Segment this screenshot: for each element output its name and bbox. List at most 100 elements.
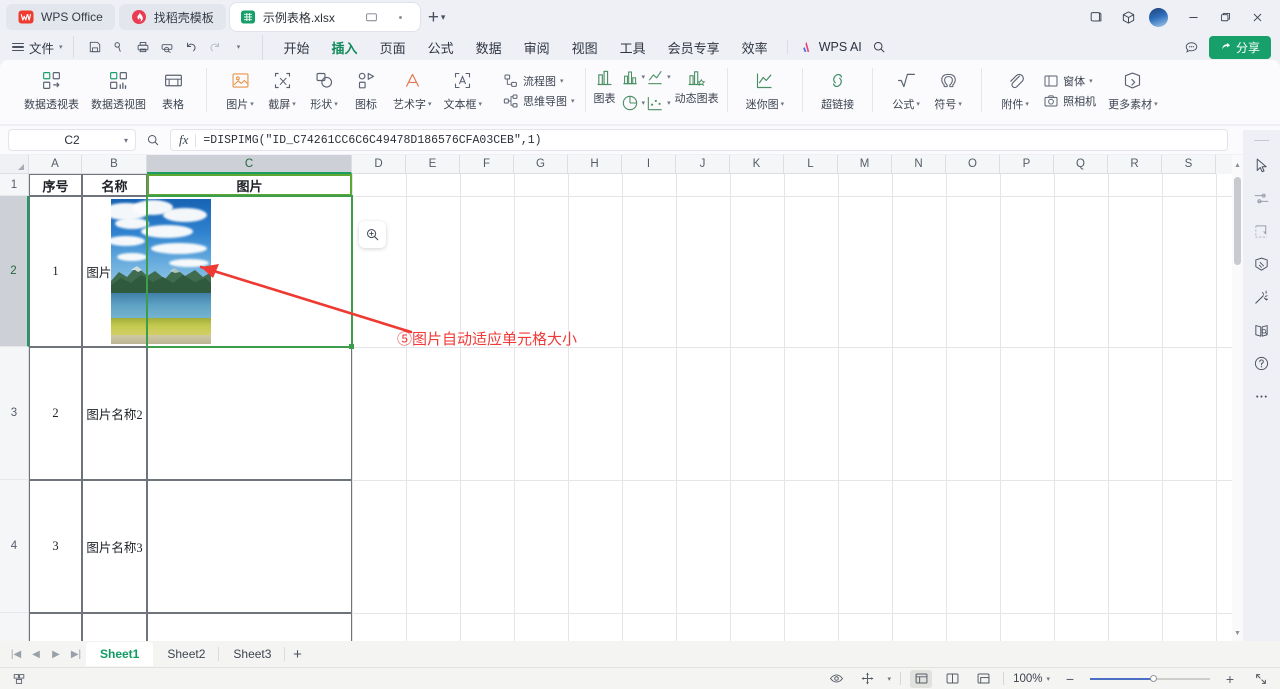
table-button[interactable]: 表格: [152, 64, 194, 112]
column-header-O[interactable]: O: [946, 155, 1000, 174]
multi-window-icon[interactable]: [1081, 3, 1111, 31]
document-search-icon[interactable]: [1247, 314, 1277, 347]
zoom-level-display[interactable]: 100% ▾: [1013, 673, 1050, 685]
shapes-button[interactable]: 形状 ▾: [303, 64, 345, 112]
picture-button[interactable]: 图片 ▾: [219, 64, 261, 112]
chevron-down-icon[interactable]: ▾: [441, 12, 446, 23]
attachment-button[interactable]: 附件 ▾: [994, 64, 1036, 112]
column-header-D[interactable]: D: [352, 155, 406, 174]
flowchart-button[interactable]: 流程图 ▾: [502, 73, 575, 90]
minimize-button[interactable]: [1178, 3, 1208, 31]
save-as-icon[interactable]: [108, 36, 130, 58]
picture-zoom-button[interactable]: [359, 221, 386, 248]
redo-icon[interactable]: [204, 36, 226, 58]
tab-close-icon[interactable]: [390, 6, 412, 28]
line-chart-button[interactable]: ▾: [645, 64, 671, 90]
settings-sliders-icon[interactable]: [1247, 182, 1277, 215]
magic-wand-icon[interactable]: [1247, 281, 1277, 314]
tab-efficiency[interactable]: 效率: [731, 35, 779, 60]
cell-A4[interactable]: 3: [29, 480, 82, 613]
cell-resize-icon[interactable]: [1247, 215, 1277, 248]
column-header-F[interactable]: F: [460, 155, 514, 174]
column-header-Q[interactable]: Q: [1054, 155, 1108, 174]
paint-format-icon[interactable]: [1247, 248, 1277, 281]
tab-formula[interactable]: 公式: [417, 35, 465, 60]
column-header-I[interactable]: I: [622, 155, 676, 174]
print-preview-icon[interactable]: [156, 36, 178, 58]
customize-quick-access-icon[interactable]: ▾: [228, 36, 250, 58]
user-avatar[interactable]: [1149, 7, 1168, 27]
file-menu-button[interactable]: 文件 ▾: [12, 38, 63, 57]
column-header-R[interactable]: R: [1108, 155, 1162, 174]
column-header-G[interactable]: G: [514, 155, 568, 174]
row-header-3[interactable]: 3: [0, 347, 29, 480]
chevron-down-icon[interactable]: ▾: [888, 675, 892, 683]
scroll-down-icon[interactable]: ▼: [1232, 627, 1243, 640]
more-assets-button[interactable]: 更多素材 ▾: [1102, 64, 1164, 112]
pivot-chart-button[interactable]: 数据透视图: [85, 64, 152, 112]
row-header-1[interactable]: 1: [0, 174, 29, 196]
column-header-H[interactable]: H: [568, 155, 622, 174]
column-header-S[interactable]: S: [1162, 155, 1216, 174]
name-box[interactable]: C2 ▾: [8, 129, 136, 151]
cell-A1[interactable]: 序号: [29, 174, 82, 196]
screenshot-button[interactable]: 截屏 ▾: [261, 64, 303, 112]
maximize-button[interactable]: [1210, 3, 1240, 31]
mindmap-button[interactable]: 思维导图 ▾: [502, 93, 575, 110]
cell-B3[interactable]: 图片名称2: [82, 347, 147, 480]
wordart-button[interactable]: 艺术字 ▾: [387, 64, 438, 112]
insert-function-search-icon[interactable]: [142, 129, 164, 151]
icons-button[interactable]: 图标: [345, 64, 387, 112]
column-header-L[interactable]: L: [784, 155, 838, 174]
new-tab-button[interactable]: + ▾: [428, 8, 446, 27]
column-header-P[interactable]: P: [1000, 155, 1054, 174]
sheet-status-icon[interactable]: [8, 670, 30, 688]
prev-sheet-icon[interactable]: ◀: [26, 644, 46, 664]
formula-button[interactable]: 公式 ▾: [885, 64, 927, 112]
pivot-table-button[interactable]: 数据透视表: [18, 64, 85, 112]
column-header-J[interactable]: J: [676, 155, 730, 174]
bar-chart-button[interactable]: ▾: [620, 64, 645, 90]
tab-tools[interactable]: 工具: [609, 35, 657, 60]
zoom-slider[interactable]: [1090, 673, 1210, 685]
document-tab-active[interactable]: 示例表格.xlsx: [229, 3, 420, 31]
column-header-N[interactable]: N: [892, 155, 946, 174]
tab-present-icon[interactable]: [361, 6, 383, 28]
scroll-up-icon[interactable]: ▲: [1232, 159, 1243, 172]
sparkline-button[interactable]: 迷你图 ▾: [740, 64, 791, 112]
chevron-down-icon[interactable]: ▾: [124, 136, 128, 145]
move-icon[interactable]: [857, 670, 879, 688]
page-break-icon[interactable]: [972, 670, 994, 688]
app-tab-docer[interactable]: 找稻壳模板: [118, 4, 226, 30]
tab-member[interactable]: 会员专享: [657, 35, 731, 60]
page-layout-icon[interactable]: [941, 670, 963, 688]
symbol-button[interactable]: 符号 ▾: [927, 64, 969, 112]
app-tab-wps-office[interactable]: WPS Office: [6, 4, 115, 30]
last-sheet-icon[interactable]: ▶|: [66, 644, 86, 664]
close-button[interactable]: [1242, 3, 1272, 31]
hyperlink-button[interactable]: 超链接: [815, 64, 860, 112]
select-all-corner[interactable]: [0, 155, 29, 174]
print-icon[interactable]: [132, 36, 154, 58]
save-icon[interactable]: [84, 36, 106, 58]
slider-knob[interactable]: [1150, 675, 1157, 682]
feedback-icon[interactable]: [1181, 36, 1203, 58]
normal-view-icon[interactable]: [910, 669, 933, 688]
vertical-scrollbar[interactable]: ▲ ▼: [1232, 155, 1243, 644]
next-sheet-icon[interactable]: ▶: [46, 644, 66, 664]
eye-icon[interactable]: [826, 670, 848, 688]
sheet-tab-sheet3[interactable]: Sheet3: [219, 642, 286, 666]
tab-start[interactable]: 开始: [273, 35, 321, 60]
column-header-C[interactable]: C: [147, 155, 352, 174]
column-header-B[interactable]: B: [82, 155, 147, 174]
textbox-button[interactable]: 文本框 ▾: [438, 64, 489, 112]
sheet-tab-sheet2[interactable]: Sheet2: [153, 642, 220, 666]
pie-chart-button[interactable]: ▾: [620, 90, 645, 116]
cell-A2[interactable]: 1: [29, 196, 82, 347]
spreadsheet-grid[interactable]: A B C D E F G H I J K L M N O P Q R S 1 …: [0, 155, 1243, 644]
form-button[interactable]: 窗体 ▾: [1042, 73, 1096, 90]
fullscreen-icon[interactable]: [1250, 670, 1272, 688]
tab-review[interactable]: 审阅: [513, 35, 561, 60]
undo-icon[interactable]: [180, 36, 202, 58]
chevron-down-icon[interactable]: ▾: [1046, 675, 1050, 683]
